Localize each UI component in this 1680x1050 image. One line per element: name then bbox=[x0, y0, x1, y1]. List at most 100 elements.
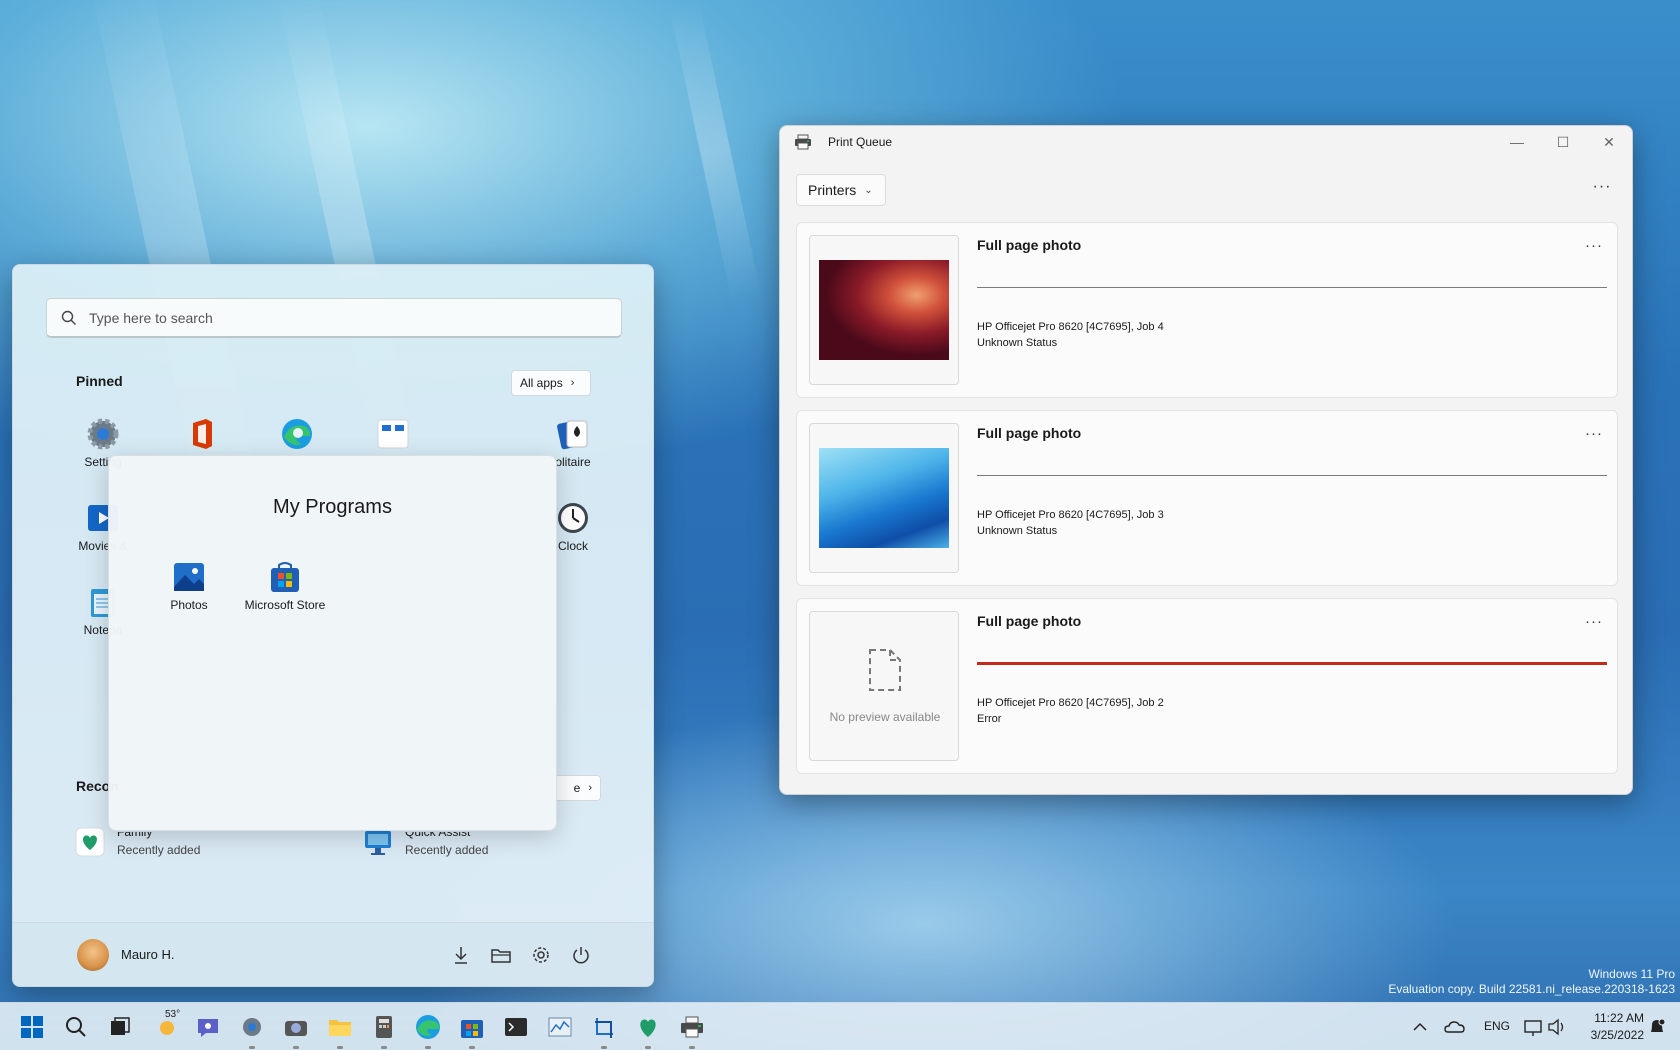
photo-thumbnail-image bbox=[819, 448, 949, 548]
job-more-button[interactable]: ··· bbox=[1585, 613, 1603, 630]
user-name[interactable]: Mauro H. bbox=[121, 947, 174, 962]
watermark-edition: Windows 11 Pro bbox=[1388, 967, 1675, 982]
quick-assist-icon bbox=[363, 827, 393, 857]
print-job-card[interactable]: Full page photo ··· HP Officejet Pro 862… bbox=[796, 222, 1618, 398]
evaluation-watermark: Windows 11 Pro Evaluation copy. Build 22… bbox=[1388, 967, 1675, 997]
settings-icon[interactable] bbox=[238, 1013, 266, 1041]
chevron-right-icon: › bbox=[571, 377, 575, 389]
family-heart-icon[interactable] bbox=[634, 1013, 662, 1041]
pinned-app-label: Clock bbox=[558, 539, 588, 553]
job-progress-bar bbox=[977, 475, 1607, 476]
snipping-tool-icon[interactable] bbox=[590, 1013, 618, 1041]
running-indicator bbox=[645, 1046, 651, 1049]
running-indicator bbox=[249, 1046, 255, 1049]
weather-widget[interactable]: 53° bbox=[150, 1013, 186, 1041]
folder-app-label: Photos bbox=[170, 598, 207, 612]
job-more-button[interactable]: ··· bbox=[1585, 425, 1603, 442]
volume-icon[interactable] bbox=[1546, 1013, 1568, 1041]
download-icon[interactable] bbox=[449, 943, 473, 967]
chevron-up-icon[interactable] bbox=[1410, 1013, 1430, 1041]
pinned-app-label: olitaire bbox=[555, 455, 590, 469]
edge-icon[interactable] bbox=[414, 1013, 442, 1041]
office-icon bbox=[184, 417, 218, 451]
all-apps-button[interactable]: All apps › bbox=[511, 370, 591, 396]
pinned-app-mail-calendar[interactable] bbox=[348, 417, 438, 455]
job-status: Unknown Status bbox=[977, 525, 1057, 537]
clock-icon bbox=[556, 501, 590, 535]
running-indicator bbox=[469, 1046, 475, 1049]
print-queue-window: Print Queue — ☐ ✕ Printers ⌄ ··· Full pa… bbox=[779, 125, 1633, 795]
microsoft-store-icon[interactable] bbox=[458, 1013, 486, 1041]
job-thumbnail bbox=[809, 423, 959, 573]
terminal-icon[interactable] bbox=[502, 1013, 530, 1041]
more-button-label: e bbox=[574, 781, 581, 795]
folder-popup: My Programs Photos Microsoft Store bbox=[108, 455, 557, 831]
no-preview-text: No preview available bbox=[810, 710, 959, 724]
mail-calendar-icon bbox=[376, 417, 410, 451]
search-icon[interactable] bbox=[62, 1013, 90, 1041]
onedrive-cloud-icon[interactable] bbox=[1443, 1013, 1467, 1041]
window-title: Print Queue bbox=[828, 135, 892, 149]
title-bar[interactable]: Print Queue — ☐ ✕ bbox=[780, 126, 1632, 158]
running-indicator bbox=[425, 1046, 431, 1049]
performance-monitor-icon[interactable] bbox=[546, 1013, 574, 1041]
camera-icon[interactable] bbox=[282, 1013, 310, 1041]
job-status: Unknown Status bbox=[977, 337, 1057, 349]
folder-app-microsoft-store[interactable]: Microsoft Store bbox=[235, 560, 335, 612]
settings-gear-icon bbox=[86, 417, 120, 451]
taskbar: 53° bbox=[0, 1002, 1680, 1050]
folder-title[interactable]: My Programs bbox=[109, 496, 556, 519]
chevron-right-icon: › bbox=[588, 782, 592, 794]
folder-app-photos[interactable]: Photos bbox=[139, 560, 239, 612]
solitaire-icon bbox=[556, 417, 590, 451]
job-progress-bar bbox=[977, 287, 1607, 288]
notification-bell-icon[interactable] bbox=[1646, 1013, 1668, 1041]
task-view-icon[interactable] bbox=[106, 1013, 134, 1041]
chevron-down-icon: ⌄ bbox=[864, 185, 872, 196]
photos-icon bbox=[172, 560, 206, 594]
file-explorer-icon[interactable] bbox=[489, 943, 513, 967]
folder-app-label: Microsoft Store bbox=[245, 598, 326, 612]
print-job-card[interactable]: Full page photo ··· HP Officejet Pro 862… bbox=[796, 410, 1618, 586]
document-icon bbox=[867, 647, 903, 693]
pinned-app-office[interactable] bbox=[156, 417, 246, 455]
job-status: Error bbox=[977, 713, 1001, 725]
power-icon[interactable] bbox=[569, 943, 593, 967]
search-icon bbox=[61, 310, 77, 326]
job-more-button[interactable]: ··· bbox=[1585, 237, 1603, 254]
family-heart-icon bbox=[75, 827, 105, 857]
avatar[interactable] bbox=[77, 939, 109, 971]
all-apps-label: All apps bbox=[520, 376, 563, 390]
weather-temp: 53° bbox=[165, 1009, 180, 1020]
network-icon[interactable] bbox=[1522, 1013, 1544, 1041]
recommended-item-subtitle: Recently added bbox=[405, 843, 488, 857]
minimize-button[interactable]: — bbox=[1494, 126, 1540, 158]
pinned-heading: Pinned bbox=[76, 373, 123, 389]
search-input[interactable]: Type here to search bbox=[46, 298, 622, 338]
close-button[interactable]: ✕ bbox=[1586, 126, 1632, 158]
clock[interactable]: 11:22 AM 3/25/2022 bbox=[1591, 1010, 1644, 1044]
printer-icon[interactable] bbox=[678, 1013, 706, 1041]
job-thumbnail: No preview available bbox=[809, 611, 959, 761]
microsoft-store-icon bbox=[268, 560, 302, 594]
photo-thumbnail-image bbox=[819, 260, 949, 360]
more-options-button[interactable]: ··· bbox=[1588, 178, 1616, 202]
windows-start-icon[interactable] bbox=[18, 1013, 46, 1041]
running-indicator bbox=[601, 1046, 607, 1049]
pinned-app-edge[interactable] bbox=[252, 417, 342, 455]
printers-dropdown[interactable]: Printers ⌄ bbox=[796, 174, 886, 206]
settings-icon[interactable] bbox=[529, 943, 553, 967]
calculator-icon[interactable] bbox=[370, 1013, 398, 1041]
job-title: Full page photo bbox=[977, 425, 1081, 441]
running-indicator bbox=[337, 1046, 343, 1049]
maximize-button[interactable]: ☐ bbox=[1540, 126, 1586, 158]
job-error-bar bbox=[977, 662, 1607, 665]
language-indicator[interactable]: ENG bbox=[1484, 1019, 1510, 1033]
print-job-card[interactable]: No preview available Full page photo ···… bbox=[796, 598, 1618, 774]
job-thumbnail bbox=[809, 235, 959, 385]
file-explorer-icon[interactable] bbox=[326, 1013, 354, 1041]
clock-date: 3/25/2022 bbox=[1591, 1027, 1644, 1044]
job-printer: HP Officejet Pro 8620 [4C7695], Job 4 bbox=[977, 321, 1164, 333]
chat-icon[interactable] bbox=[194, 1013, 222, 1041]
start-footer: Mauro H. bbox=[13, 922, 653, 986]
